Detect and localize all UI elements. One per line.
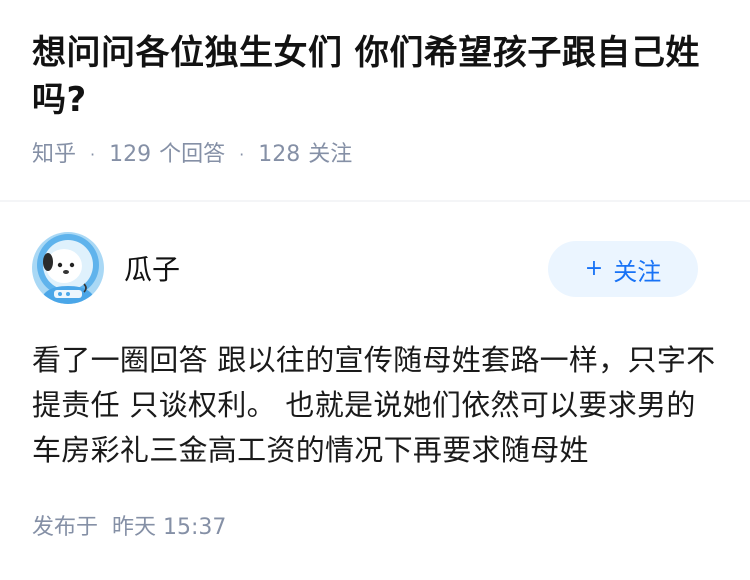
publish-time: 昨天 15:37 <box>112 515 227 540</box>
follow-label: 关注 <box>613 257 662 286</box>
publish-label: 发布于 <box>32 515 99 540</box>
question-meta: 知乎 · 129 个回答 · 128 关注 <box>32 140 722 170</box>
follower-count: 128 <box>258 142 301 167</box>
answer-card: 瓜子 + 关注 看了一圈回答 跟以往的宣传随母姓套路一样，只字不提责任 只谈权利… <box>32 232 718 543</box>
answer-content[interactable]: 看了一圈回答 跟以往的宣传随母姓套路一样，只字不提责任 只谈权利。 也就是说她们… <box>32 338 718 473</box>
follower-count-unit: 关注 <box>308 142 353 167</box>
bear-astronaut-avatar-icon[interactable] <box>32 232 104 304</box>
section-divider <box>0 200 750 202</box>
meta-separator: · <box>239 145 245 164</box>
question-header: 想问问各位独生女们 你们希望孩子跟自己姓吗? 知乎 · 129 个回答 · 12… <box>32 30 722 170</box>
follow-button[interactable]: + 关注 <box>548 241 698 297</box>
answer-count: 129 <box>109 142 152 167</box>
author-name[interactable]: 瓜子 <box>124 252 180 288</box>
question-title[interactable]: 想问问各位独生女们 你们希望孩子跟自己姓吗? <box>32 30 722 124</box>
plus-icon: + <box>584 256 604 281</box>
answer-count-unit: 个回答 <box>159 142 226 167</box>
publish-info: 发布于 昨天 15:37 <box>32 513 718 543</box>
author-row: 瓜子 + 关注 <box>32 232 718 308</box>
source-label[interactable]: 知乎 <box>32 140 76 170</box>
meta-separator: · <box>90 145 96 164</box>
